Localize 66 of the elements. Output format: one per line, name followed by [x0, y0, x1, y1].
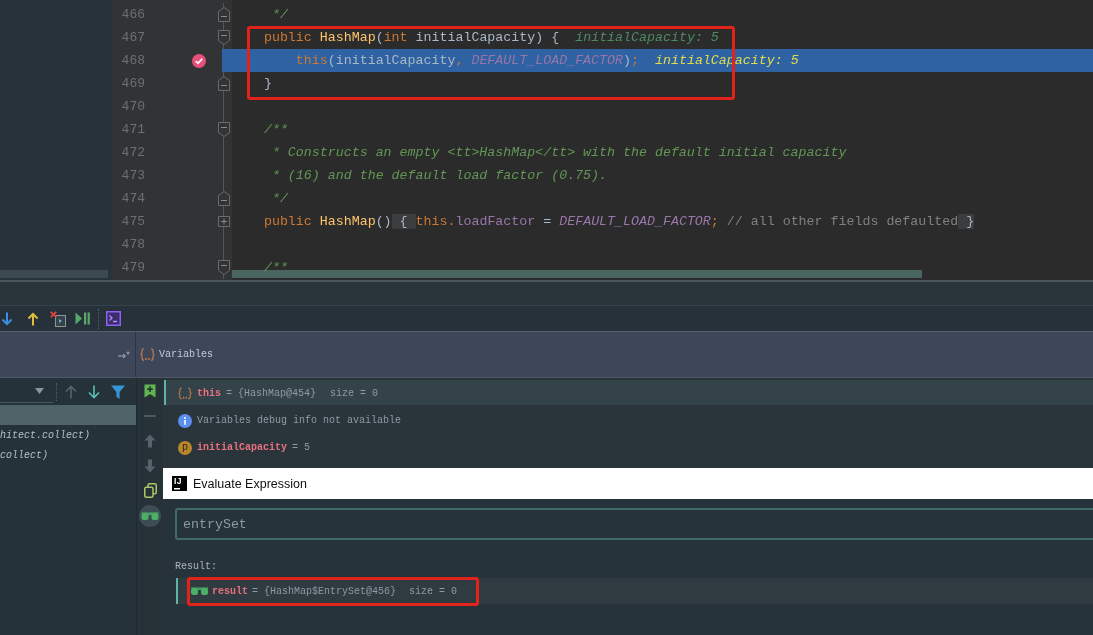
- app-logo: IJ: [172, 476, 187, 491]
- glasses-icon[interactable]: [139, 504, 161, 527]
- code-line: * Constructs an empty <tt>HashMap</tt> with the default initial capacity: [271, 145, 847, 160]
- expression-field[interactable]: entrySet: [175, 508, 1093, 540]
- frame-item[interactable]: hitect.collect): [0, 425, 136, 445]
- variable-name: this: [197, 388, 221, 399]
- variable-size: size = 0: [330, 388, 379, 399]
- copy-icon[interactable]: [143, 483, 157, 498]
- variable-name: initialCapacity: [197, 442, 287, 453]
- code-line: /**: [263, 260, 288, 275]
- line-number: 473: [120, 168, 145, 183]
- line-number: 472: [120, 145, 145, 160]
- frame-item[interactable]: collect): [0, 445, 136, 465]
- result-name: result: [212, 585, 248, 597]
- cross-document-icon[interactable]: [50, 310, 66, 327]
- variable-value: = {HashMap@454}: [226, 388, 317, 399]
- panel-title: Variables: [159, 349, 213, 360]
- collapse-icon[interactable]: [218, 122, 230, 137]
- code-line: */: [271, 191, 288, 206]
- code-line: * (16) and the default load factor (0.75).: [271, 168, 608, 183]
- inline-value-hint: initialCapacity: 5: [575, 30, 719, 45]
- line-number: 467: [120, 30, 145, 45]
- result-value: = {HashMap$EntrySet@456}: [252, 585, 397, 597]
- down-arrow-icon[interactable]: [88, 384, 100, 399]
- line-number: 478: [120, 237, 145, 252]
- code-line: public HashMap(int initialCapacity) {: [263, 30, 560, 45]
- collapse-icon[interactable]: [218, 30, 230, 45]
- line-number: 466: [120, 7, 145, 22]
- glasses-icon: [191, 587, 208, 595]
- breakpoint-icon[interactable]: [192, 53, 206, 68]
- variable-value: = 5: [292, 442, 311, 453]
- line-number: 470: [120, 99, 145, 114]
- code-line: this(initialCapacity, DEFAULT_LOAD_FACTOR);: [295, 53, 639, 68]
- line-number: 471: [120, 122, 145, 137]
- filter-icon[interactable]: [111, 384, 125, 399]
- code-line: }: [263, 76, 272, 91]
- result-label: Result:: [175, 561, 218, 573]
- code-line: */: [271, 7, 288, 22]
- result-size: size = 0: [409, 585, 458, 597]
- horizontal-scrollbar[interactable]: [0, 270, 108, 278]
- line-number: 469: [120, 76, 145, 91]
- collapse-icon[interactable]: [218, 260, 230, 275]
- collapse-icon[interactable]: [218, 7, 230, 22]
- code-line: public HashMap() { this.loadFactor = DEFAULT_LOAD_FACTOR; // all other fields defaulted }: [263, 214, 975, 229]
- info-icon: [178, 413, 192, 428]
- arrow-icon[interactable]: [118, 350, 130, 359]
- braces-icon: [140, 348, 155, 361]
- braces-icon: [178, 387, 192, 400]
- bookmark-plus-icon[interactable]: [144, 383, 156, 398]
- info-message: Variables debug info not available: [197, 415, 402, 426]
- line-number: 474: [120, 191, 145, 206]
- terminal-icon[interactable]: [106, 311, 121, 326]
- horizontal-scrollbar[interactable]: [232, 270, 922, 278]
- line-number: 479: [120, 260, 145, 275]
- collapse-icon[interactable]: [218, 76, 230, 91]
- parameter-badge: p: [178, 440, 192, 455]
- expand-icon[interactable]: [218, 216, 230, 227]
- line-number: 475: [120, 214, 145, 229]
- dialog-title: Evaluate Expression: [193, 476, 307, 491]
- line-number: 468: [120, 53, 145, 68]
- code-line: /**: [263, 122, 288, 137]
- up-arrow-icon[interactable]: [27, 311, 39, 326]
- play-pause-icon[interactable]: [75, 312, 90, 325]
- caret-icon: [35, 388, 44, 394]
- down-arrow-icon[interactable]: [1, 311, 13, 326]
- collapse-icon[interactable]: [218, 191, 230, 206]
